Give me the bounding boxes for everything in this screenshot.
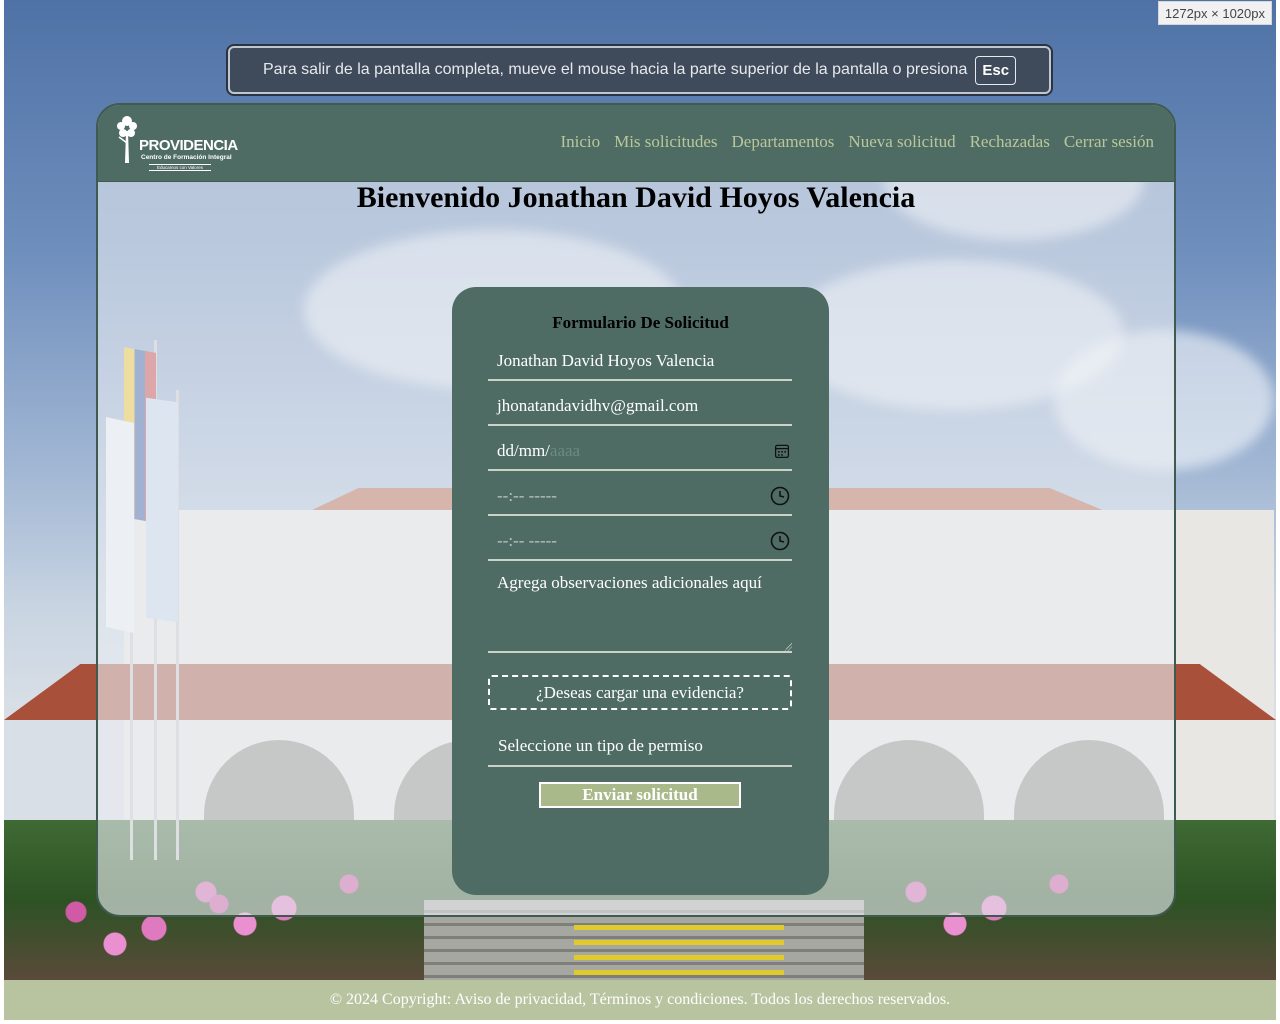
nav-link-mis-solicitudes[interactable]: Mis solicitudes (614, 132, 717, 152)
clock-icon[interactable] (770, 531, 790, 551)
brand-tagline: Educamos con Valores (149, 164, 211, 171)
resize-handle-icon[interactable] (784, 643, 792, 651)
nav-link-inicio[interactable]: Inicio (560, 132, 600, 152)
esc-key[interactable]: Esc (975, 55, 1017, 85)
observations-textarea[interactable]: Agrega observaciones adicionales aquí (488, 565, 792, 653)
permission-type-value: Seleccione un tipo de permiso (498, 736, 703, 755)
footer: © 2024 Copyright: Aviso de privacidad, T… (4, 980, 1276, 1020)
nav-link-cerrar-sesion[interactable]: Cerrar sesión (1064, 132, 1154, 152)
start-time-field[interactable]: --:-- ----- (488, 478, 792, 516)
form-title: Formulario De Solicitud (552, 313, 729, 332)
name-field[interactable]: Jonathan David Hoyos Valencia (488, 343, 792, 381)
date-field[interactable]: dd/mm/aaaa (488, 433, 792, 471)
navbar: PROVIDENCIA Centro de Formación Integral… (98, 105, 1174, 182)
email-field[interactable]: jhonatandavidhv@gmail.com (488, 388, 792, 426)
brand-logo[interactable]: PROVIDENCIA Centro de Formación Integral… (113, 113, 243, 173)
date-placeholder-year: aaaa (549, 441, 581, 460)
brand-subtitle: Centro de Formación Integral (141, 154, 232, 161)
footer-copyright: © 2024 Copyright: Aviso de privacidad, T… (329, 991, 951, 1008)
calendar-icon[interactable] (774, 443, 790, 459)
viewport-size-badge: 1272px × 1020px (1157, 1, 1272, 25)
start-time-placeholder: --:-- ----- (497, 486, 557, 505)
submit-request-button[interactable]: Enviar solicitud (539, 782, 741, 808)
permission-type-select[interactable]: Seleccione un tipo de permiso (488, 727, 792, 767)
upload-evidence-button[interactable]: ¿Deseas cargar una evidencia? (488, 675, 792, 710)
end-time-field[interactable]: --:-- ----- (488, 523, 792, 561)
observations-placeholder: Agrega observaciones adicionales aquí (497, 573, 762, 592)
request-form: Formulario De Solicitud Jonathan David H… (452, 287, 829, 895)
end-time-placeholder: --:-- ----- (497, 531, 557, 550)
nav-link-rechazadas[interactable]: Rechazadas (970, 132, 1050, 152)
tree-logo-icon (117, 116, 137, 163)
email-value: jhonatandavidhv@gmail.com (497, 396, 699, 415)
name-value: Jonathan David Hoyos Valencia (497, 351, 715, 370)
nav-link-departamentos[interactable]: Departamentos (732, 132, 835, 152)
brand-name: PROVIDENCIA (139, 137, 238, 154)
date-placeholder: dd/mm/ (497, 441, 550, 460)
nav-links: Inicio Mis solicitudes Departamentos Nue… (560, 132, 1154, 152)
fullscreen-notice: Para salir de la pantalla completa, muev… (228, 46, 1051, 94)
fullscreen-message: Para salir de la pantalla completa, muev… (262, 61, 968, 78)
clock-icon[interactable] (770, 486, 790, 506)
nav-link-nueva-solicitud[interactable]: Nueva solicitud (848, 132, 955, 152)
welcome-heading: Bienvenido Jonathan David Hoyos Valencia (356, 181, 916, 214)
